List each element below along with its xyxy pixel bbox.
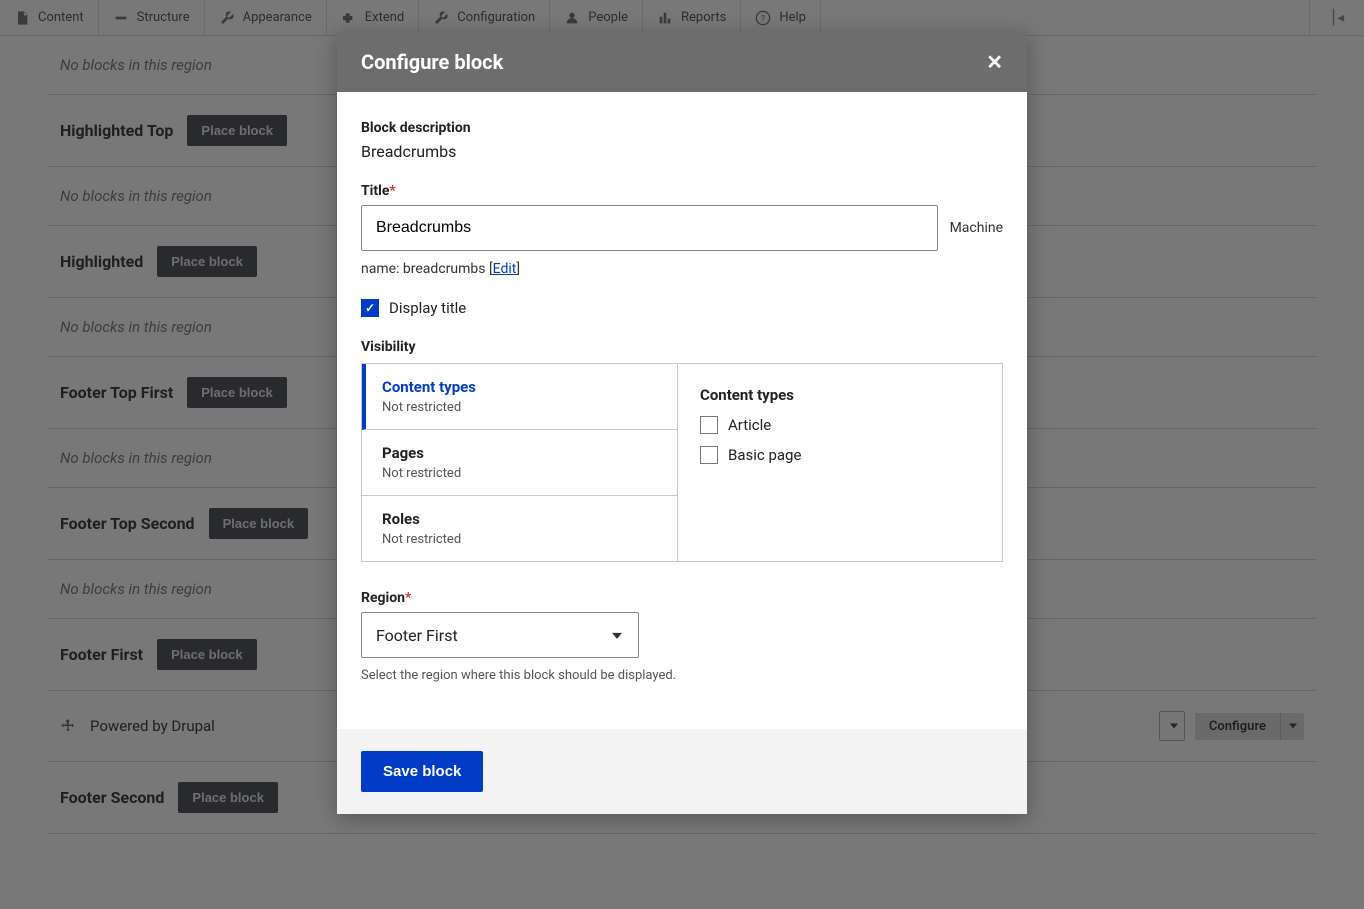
machine-name-line: name: breadcrumbs [Edit]	[361, 261, 1003, 277]
display-title-label: Display title	[389, 299, 466, 317]
visibility-tab[interactable]: Roles Not restricted	[362, 496, 677, 561]
tab-subtitle: Not restricted	[382, 466, 657, 481]
configure-block-modal: Configure block ✕ Block description Brea…	[337, 32, 1027, 814]
title-label: Title*	[361, 183, 1003, 199]
content-type-checkbox[interactable]	[700, 446, 718, 464]
tab-subtitle: Not restricted	[382, 532, 657, 547]
tab-title: Roles	[382, 510, 657, 528]
visibility-label: Visibility	[361, 339, 1003, 355]
content-type-label: Article	[728, 416, 771, 434]
modal-header: Configure block ✕	[337, 32, 1027, 92]
close-icon[interactable]: ✕	[986, 50, 1003, 74]
modal-title: Configure block	[361, 50, 503, 74]
tab-title: Content types	[382, 378, 657, 396]
visibility-content-types-panel: Content types Article Basic page	[678, 364, 1002, 561]
region-select[interactable]: Footer First	[361, 612, 639, 658]
machine-name-edit-link[interactable]: Edit	[493, 261, 517, 277]
region-label: Region*	[361, 590, 1003, 606]
region-select-value: Footer First	[376, 626, 458, 645]
title-input[interactable]	[361, 205, 938, 251]
display-title-checkbox[interactable]: ✓	[361, 299, 379, 317]
tab-title: Pages	[382, 444, 657, 462]
content-type-label: Basic page	[728, 446, 801, 464]
tab-subtitle: Not restricted	[382, 400, 657, 415]
save-block-button[interactable]: Save block	[361, 751, 483, 792]
modal-footer: Save block	[337, 729, 1027, 814]
block-description-label: Block description	[361, 120, 1003, 136]
machine-name-hint: Machine	[950, 220, 1003, 236]
content-type-checkbox[interactable]	[700, 416, 718, 434]
visibility-panel: Content types Not restricted Pages Not rest…	[361, 363, 1003, 562]
block-description-value: Breadcrumbs	[361, 142, 1003, 161]
visibility-tab[interactable]: Pages Not restricted	[362, 430, 677, 496]
visibility-tabs: Content types Not restricted Pages Not rest…	[362, 364, 678, 561]
panel-title: Content types	[700, 386, 980, 404]
region-hint: Select the region where this block shoul…	[361, 668, 1003, 683]
visibility-tab[interactable]: Content types Not restricted	[362, 364, 677, 430]
